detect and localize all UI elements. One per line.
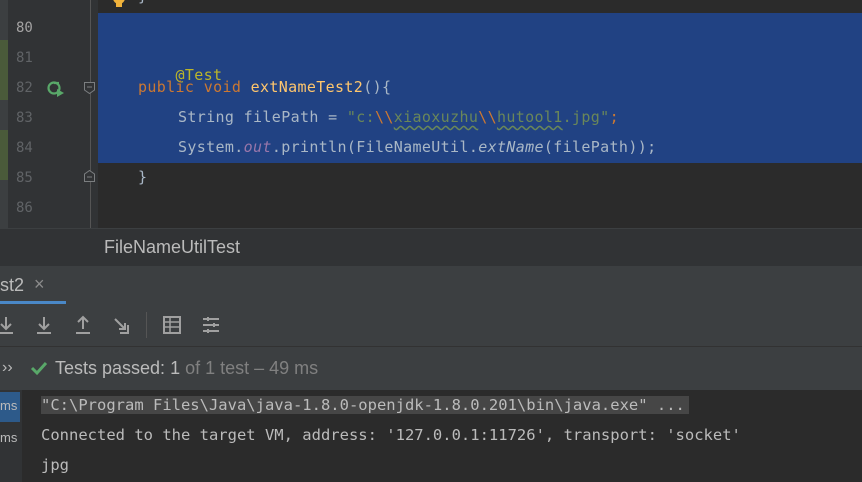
lightbulb-icon[interactable] xyxy=(112,0,126,8)
line-number: 81 xyxy=(16,50,33,66)
import-icon[interactable] xyxy=(32,313,56,337)
console-line: jpg xyxy=(41,456,69,474)
close-icon[interactable]: × xyxy=(34,274,45,295)
line-number: 82 xyxy=(16,80,33,96)
check-icon xyxy=(30,361,48,376)
toolbar-separator xyxy=(146,312,147,338)
gutter-strip xyxy=(0,0,8,228)
line-number: 80 xyxy=(16,20,33,36)
tab-run-config[interactable]: st2 × xyxy=(0,266,66,304)
editor-gutter: 79 80 81 82 83 84 85 86 xyxy=(0,0,98,228)
sort-down-icon[interactable] xyxy=(0,313,18,337)
table-icon[interactable] xyxy=(160,313,184,337)
test-tree-panel[interactable]: ms ms xyxy=(0,390,22,482)
method-name: extNameTest2 xyxy=(250,78,364,96)
line-number: 83 xyxy=(16,110,33,126)
breadcrumb[interactable]: FileNameUtilTest xyxy=(0,228,862,267)
run-test-icon[interactable] xyxy=(46,80,66,98)
tree-duration: ms xyxy=(0,398,18,413)
settings-list-icon[interactable] xyxy=(199,313,223,337)
run-tab-bar: st2 × xyxy=(0,266,862,305)
tab-label: st2 xyxy=(0,275,25,295)
tests-passed-text: Tests passed: 1 of 1 test – 49 ms xyxy=(55,358,319,378)
expand-chevron-icon[interactable]: ›› xyxy=(2,359,13,377)
code-editor[interactable]: 79 80 81 82 83 84 85 86 } @Test public v… xyxy=(0,0,862,228)
fold-end-icon[interactable] xyxy=(84,170,95,182)
test-status-bar: ›› Tests passed: 1 of 1 test – 49 ms xyxy=(0,346,862,391)
console-output[interactable]: ms ms "C:\Program Files\Java\java-1.8.0-… xyxy=(0,390,862,482)
tree-duration: ms xyxy=(0,430,18,445)
console-line: "C:\Program Files\Java\java-1.8.0-openjd… xyxy=(41,396,689,414)
code-line-84: System.out.println(FileNameUtil.extName(… xyxy=(178,138,657,156)
export-icon[interactable] xyxy=(71,313,95,337)
breadcrumb-class[interactable]: FileNameUtilTest xyxy=(104,237,240,258)
fold-marker-icon[interactable] xyxy=(84,82,95,94)
test-toolbar xyxy=(0,304,862,346)
gutter-separator xyxy=(90,0,91,228)
line-number: 85 xyxy=(16,170,33,186)
line-number: 79 xyxy=(16,0,46,4)
code-line-82: public void extNameTest2(){ xyxy=(138,78,392,96)
code-line-79: } xyxy=(138,0,147,5)
code-line-83: String filePath = "c:\\xiaoxuzhu\\hutool… xyxy=(178,108,619,126)
line-number: 86 xyxy=(16,200,33,216)
code-line-85: } xyxy=(138,168,148,186)
console-line: Connected to the target VM, address: '12… xyxy=(41,426,741,444)
collapse-icon[interactable] xyxy=(110,313,134,337)
line-number: 84 xyxy=(16,140,33,156)
